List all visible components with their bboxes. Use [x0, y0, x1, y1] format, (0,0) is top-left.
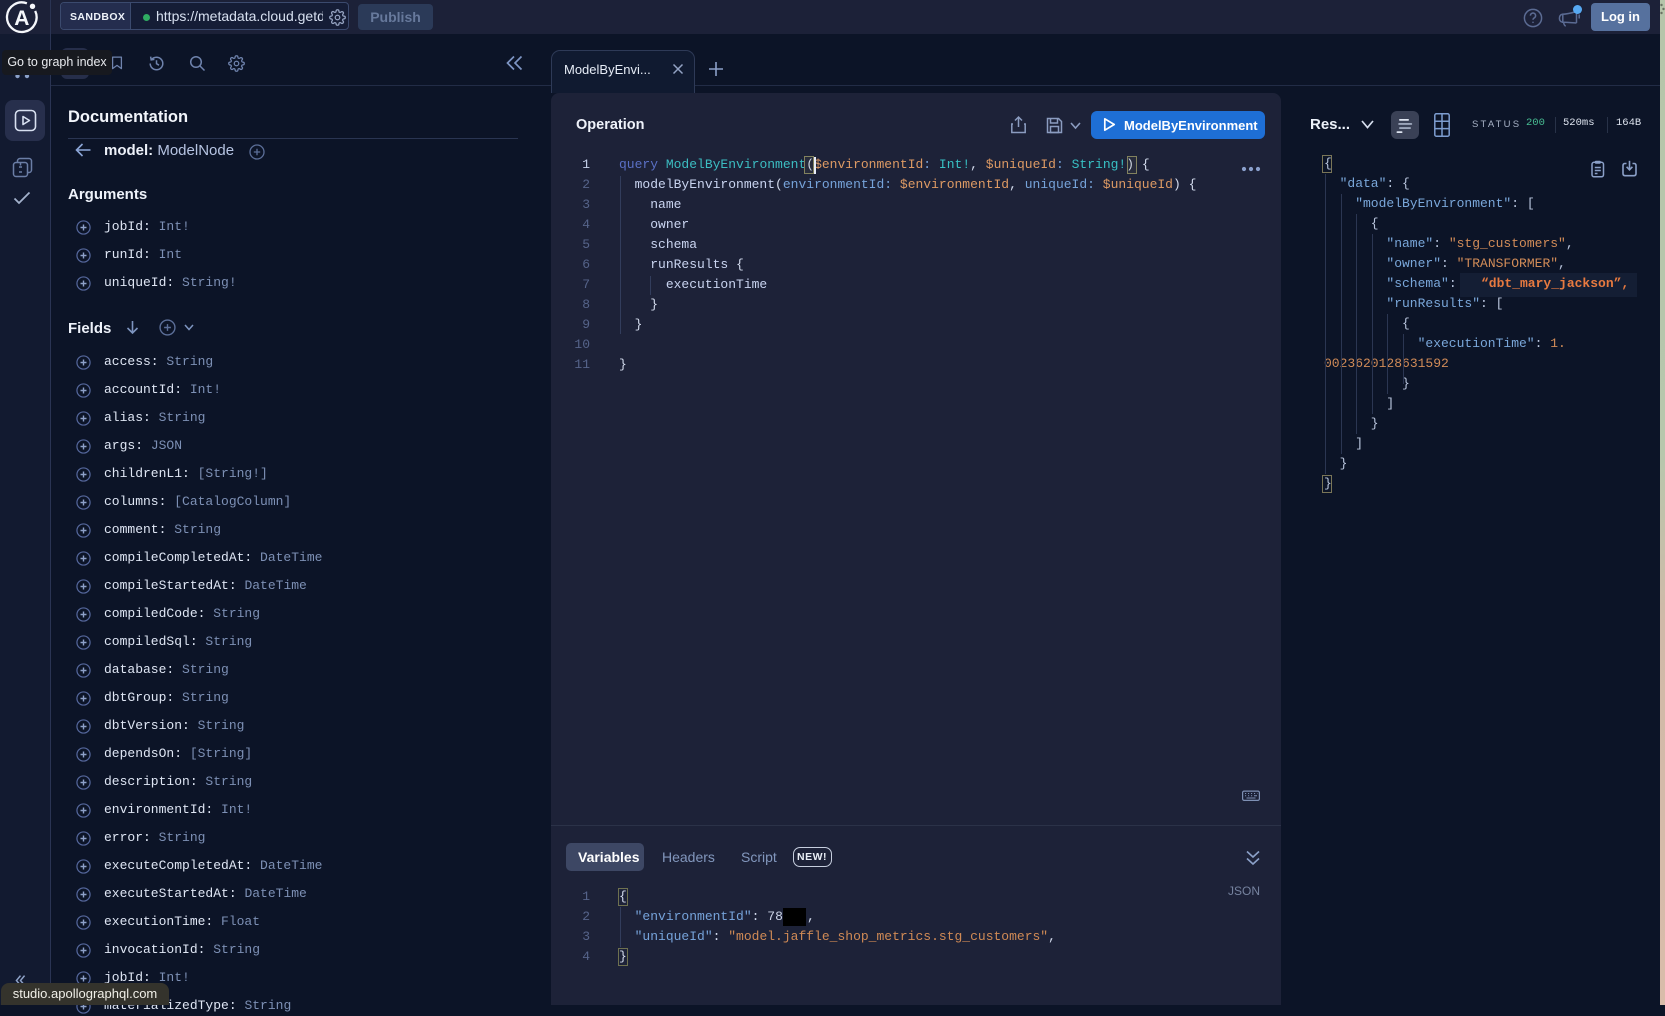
svg-text:A: A	[14, 7, 29, 30]
